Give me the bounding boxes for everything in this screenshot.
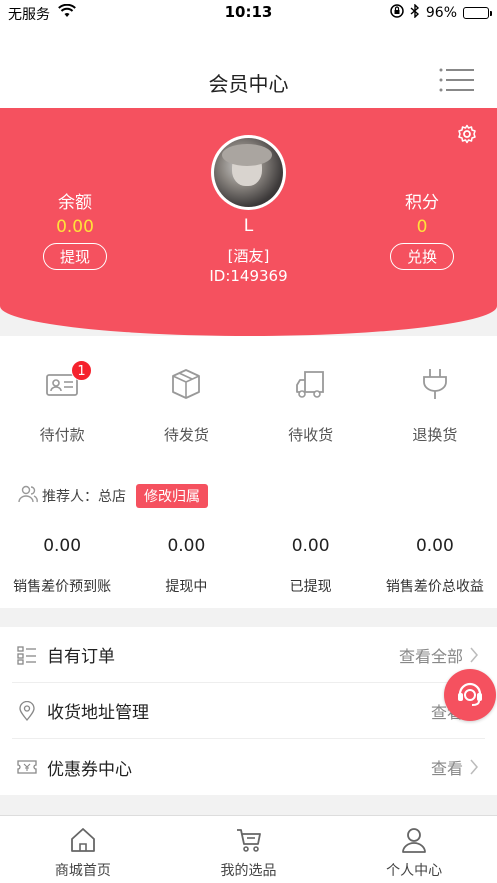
change-referrer-button[interactable]: 修改归属 [136, 484, 208, 508]
stat-item[interactable]: 0.00 提现中 [124, 536, 248, 596]
referrer-row: 推荐人：总店 修改归属 [18, 484, 208, 508]
stat-value: 0.00 [291, 536, 330, 556]
view-all-link[interactable]: 查看全部 [399, 643, 463, 667]
menu-list-icon[interactable] [439, 68, 475, 92]
cart-icon [235, 829, 263, 858]
lock-rotation-icon [390, 4, 404, 22]
stat-caption: 提现中 [165, 579, 208, 595]
menu-label: 收货地址管理 [47, 703, 149, 723]
users-icon [18, 485, 42, 507]
stat-value: 0.00 [167, 536, 206, 556]
order-count-badge: 1 [71, 360, 92, 381]
page-title: 会员中心 [208, 72, 289, 96]
order-label: 待付款 [39, 426, 85, 444]
tab-label: 商城首页 [54, 863, 111, 879]
orders-section: 1 待付款 待发货 待收货 退换货 推荐人：总店 修改归属 0.00 销售差价预… [0, 336, 497, 608]
points-value: 0 [416, 217, 428, 237]
chevron-right-icon [469, 647, 479, 663]
status-bar: 无服务 10:13 96% [0, 0, 497, 24]
battery-percent: 96% [425, 5, 457, 21]
stat-caption: 已提现 [289, 579, 332, 595]
tab-bar: 商城首页 我的选品 个人中心 [0, 815, 497, 883]
order-pending-payment[interactable]: 1 待付款 [0, 360, 124, 445]
list-icon [17, 645, 37, 665]
wallet-card-icon [44, 374, 80, 406]
points-label: 积分 [405, 193, 439, 213]
order-label: 待收货 [288, 426, 334, 444]
referrer-label: 推荐人：总店 [42, 489, 126, 505]
gear-icon[interactable] [457, 124, 477, 144]
order-pending-shipment[interactable]: 待发货 [124, 366, 248, 445]
truck-icon [293, 371, 329, 406]
tab-my-selection[interactable]: 我的选品 [166, 816, 332, 883]
coupon-icon [17, 757, 37, 777]
exchange-button[interactable]: 兑换 [389, 243, 454, 270]
order-return-exchange[interactable]: 退换货 [373, 366, 497, 445]
menu-list: 自有订单 查看全部 收货地址管理 查看 优惠券中心 查看 [0, 627, 497, 795]
tab-home[interactable]: 商城首页 [0, 816, 166, 883]
stat-item[interactable]: 0.00 已提现 [249, 536, 373, 596]
earnings-stats: 0.00 销售差价预到账 0.00 提现中 0.00 已提现 0.00 销售差价… [0, 536, 497, 596]
order-pending-receipt[interactable]: 待收货 [249, 366, 373, 445]
tab-personal-center[interactable]: 个人中心 [331, 816, 497, 883]
stat-value: 0.00 [415, 536, 454, 556]
order-label: 退换货 [412, 426, 458, 444]
plug-icon [417, 369, 453, 406]
menu-coupon-center[interactable]: 优惠券中心 查看 [12, 739, 485, 795]
points-block: 积分 0 兑换 [367, 188, 477, 270]
stat-item[interactable]: 0.00 销售差价预到账 [0, 536, 124, 596]
stat-item[interactable]: 0.00 销售差价总收益 [373, 536, 497, 596]
user-icon [400, 828, 428, 858]
profile-header: 余额 0.00 提现 L [酒友] ID:149369 积分 0 兑换 [0, 108, 497, 336]
balance-label: 余额 [58, 193, 92, 213]
box-icon [168, 369, 204, 406]
stat-value: 0.00 [43, 536, 82, 556]
battery-icon [463, 7, 492, 19]
nav-bar: 会员中心 [0, 24, 497, 108]
menu-label: 自有订单 [47, 647, 115, 667]
menu-own-orders[interactable]: 自有订单 查看全部 [12, 627, 485, 683]
stat-caption: 销售差价预到账 [13, 579, 112, 595]
home-icon [69, 828, 97, 858]
chevron-right-icon [469, 759, 479, 775]
location-pin-icon [17, 700, 37, 721]
view-link[interactable]: 查看 [431, 755, 463, 779]
menu-address-management[interactable]: 收货地址管理 查看 [12, 683, 485, 739]
order-label: 待发货 [163, 426, 209, 444]
bluetooth-icon [410, 3, 420, 22]
avatar[interactable] [211, 135, 286, 210]
headset-icon [455, 678, 485, 712]
menu-label: 优惠券中心 [47, 759, 132, 780]
tab-label: 我的选品 [220, 863, 277, 879]
stat-caption: 销售差价总收益 [385, 579, 484, 595]
customer-service-button[interactable] [444, 669, 496, 721]
tab-label: 个人中心 [386, 863, 443, 879]
